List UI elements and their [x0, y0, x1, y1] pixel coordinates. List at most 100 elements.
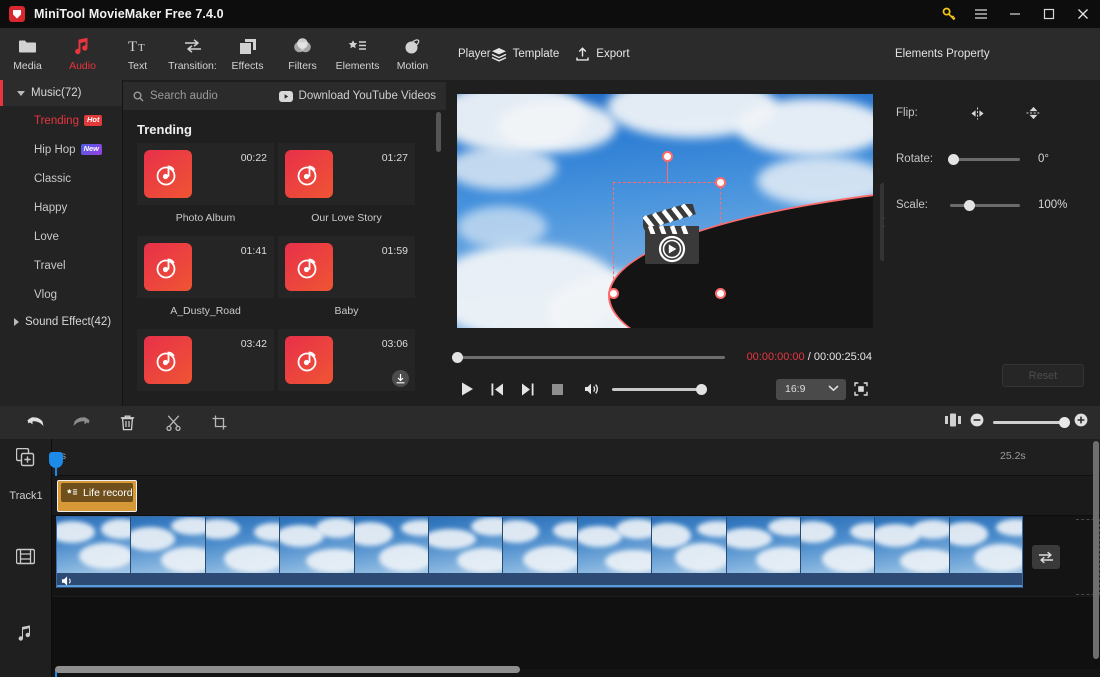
download-icon[interactable]	[392, 370, 409, 387]
timeline-zoom-knob[interactable]	[1059, 417, 1070, 428]
scale-knob[interactable]	[964, 199, 975, 211]
split-audio-icon[interactable]	[945, 413, 961, 432]
resize-handle-top-right[interactable]	[715, 177, 726, 188]
sidebar-item-label: Trending	[34, 114, 79, 127]
toolbar-item-media[interactable]: Media	[0, 28, 55, 80]
sidebar-item-label: Hip Hop	[34, 143, 76, 156]
timeline-vertical-scrollbar[interactable]	[1093, 441, 1099, 659]
video-clip[interactable]	[56, 516, 1023, 588]
element-clip[interactable]: Life record	[57, 480, 137, 512]
search-input[interactable]: Search audio	[133, 90, 218, 102]
audio-card[interactable]: 03:42	[137, 329, 274, 406]
timeline-row-elements[interactable]: Life record	[52, 476, 1100, 516]
add-media-icon[interactable]	[0, 439, 51, 476]
playhead-handle[interactable]	[49, 452, 63, 468]
hamburger-icon[interactable]	[964, 0, 998, 28]
play-button[interactable]	[452, 374, 482, 404]
toolbar-item-audio[interactable]: Audio	[55, 28, 110, 80]
library-scrollbar[interactable]	[436, 112, 441, 152]
toolbar-item-elements[interactable]: Elements	[330, 28, 385, 80]
timeline-row-audio[interactable]	[52, 596, 1100, 669]
reset-button[interactable]: Reset	[1002, 364, 1084, 387]
playback-progress-row: 00:00:00:00 / 00:00:25:04	[446, 346, 884, 368]
audio-card[interactable]: 01:41 A_Dusty_Road	[137, 236, 274, 329]
template-button[interactable]: Template	[491, 47, 559, 62]
resize-handle-bottom-left[interactable]	[608, 288, 619, 299]
youtube-icon	[278, 90, 293, 102]
timeline-row-video[interactable]	[52, 516, 1100, 596]
stop-button[interactable]	[542, 374, 572, 404]
volume-slider[interactable]	[612, 383, 707, 395]
flip-horizontal-icon[interactable]	[962, 101, 992, 125]
zoom-in-icon[interactable]	[1074, 413, 1088, 432]
crop-button[interactable]	[196, 406, 242, 439]
rotate-knob[interactable]	[948, 153, 959, 165]
timeline-toolbar	[0, 406, 1100, 439]
flip-vertical-icon[interactable]	[1018, 101, 1048, 125]
maximize-icon[interactable]	[1032, 0, 1066, 28]
audio-duration: 01:59	[381, 245, 408, 257]
toolbar-item-transition[interactable]: Transition:	[165, 28, 220, 80]
audio-card[interactable]: 03:06	[278, 329, 415, 406]
sidebar-item-love[interactable]: Love	[0, 222, 122, 251]
sidebar-item-happy[interactable]: Happy	[0, 193, 122, 222]
sidebar-item-hip-hop[interactable]: Hip Hop New	[0, 135, 122, 164]
library-toolbar: Search audio Download YouTube Videos	[123, 82, 446, 110]
sidebar-item-travel[interactable]: Travel	[0, 251, 122, 280]
toolbar-label: Elements	[335, 59, 380, 72]
preview-canvas[interactable]	[457, 94, 873, 328]
library-section-title: Trending	[137, 122, 192, 137]
minimize-icon[interactable]	[998, 0, 1032, 28]
audio-name	[137, 391, 274, 406]
scrollbar-thumb[interactable]	[55, 666, 520, 673]
timeline-ruler[interactable]: 0s 25.2s	[52, 439, 1100, 476]
audio-track-icon[interactable]	[0, 596, 51, 669]
video-clip-frames	[57, 517, 1022, 573]
toolbar-item-motion[interactable]: Motion	[385, 28, 440, 80]
audio-card[interactable]: 01:59 Baby	[278, 236, 415, 329]
progress-slider[interactable]	[452, 351, 725, 363]
key-icon[interactable]	[934, 0, 964, 28]
rotate-handle[interactable]	[661, 151, 673, 162]
rotate-slider[interactable]	[948, 153, 1020, 165]
progress-knob[interactable]	[452, 351, 463, 363]
audio-card[interactable]: 01:27 Our Love Story	[278, 143, 415, 236]
next-frame-button[interactable]	[512, 374, 542, 404]
fullscreen-icon[interactable]	[846, 374, 876, 404]
toolbar-item-effects[interactable]: Effects	[220, 28, 275, 80]
category-group-music[interactable]: Music(72)	[0, 80, 122, 106]
playback-controls: 16:9	[446, 372, 884, 406]
previous-frame-button[interactable]	[482, 374, 512, 404]
timeline-horizontal-scrollbar[interactable]	[55, 666, 1083, 673]
timeline-zoom-slider[interactable]	[993, 417, 1070, 428]
sidebar-item-trending[interactable]: Trending Hot	[0, 106, 122, 135]
delete-button[interactable]	[104, 406, 150, 439]
crop-icon	[212, 415, 226, 430]
toolbar-item-text[interactable]: TT Text	[110, 28, 165, 80]
undo-arrow-icon	[27, 416, 43, 426]
redo-button[interactable]	[58, 406, 104, 439]
resize-handle-bottom-right[interactable]	[715, 288, 726, 299]
zoom-out-icon[interactable]	[970, 413, 984, 432]
rotate-row: Rotate: 0°	[884, 146, 1100, 172]
rotate-label: Rotate:	[896, 153, 934, 165]
music-note-icon	[144, 150, 192, 198]
video-track-icon[interactable]	[0, 516, 51, 596]
close-icon[interactable]	[1066, 0, 1100, 28]
sidebar-item-classic[interactable]: Classic	[0, 164, 122, 193]
volume-knob[interactable]	[696, 383, 707, 395]
swap-arrows-icon[interactable]	[1032, 545, 1060, 569]
export-button[interactable]: Export	[575, 46, 630, 62]
scale-slider[interactable]	[950, 199, 1020, 211]
clip-audio-baseline	[57, 585, 1022, 587]
download-youtube-button[interactable]: Download YouTube Videos	[278, 90, 436, 102]
undo-button[interactable]	[12, 406, 58, 439]
toolbar-item-filters[interactable]: Filters	[275, 28, 330, 80]
aspect-ratio-select[interactable]: 16:9	[776, 378, 846, 400]
split-button[interactable]	[150, 406, 196, 439]
sidebar-item-vlog[interactable]: Vlog	[0, 280, 122, 309]
scale-value: 100%	[1038, 199, 1068, 211]
category-group-sound-effect[interactable]: Sound Effect(42)	[0, 309, 122, 335]
volume-button[interactable]	[576, 374, 606, 404]
audio-card[interactable]: 00:22 Photo Album	[137, 143, 274, 236]
